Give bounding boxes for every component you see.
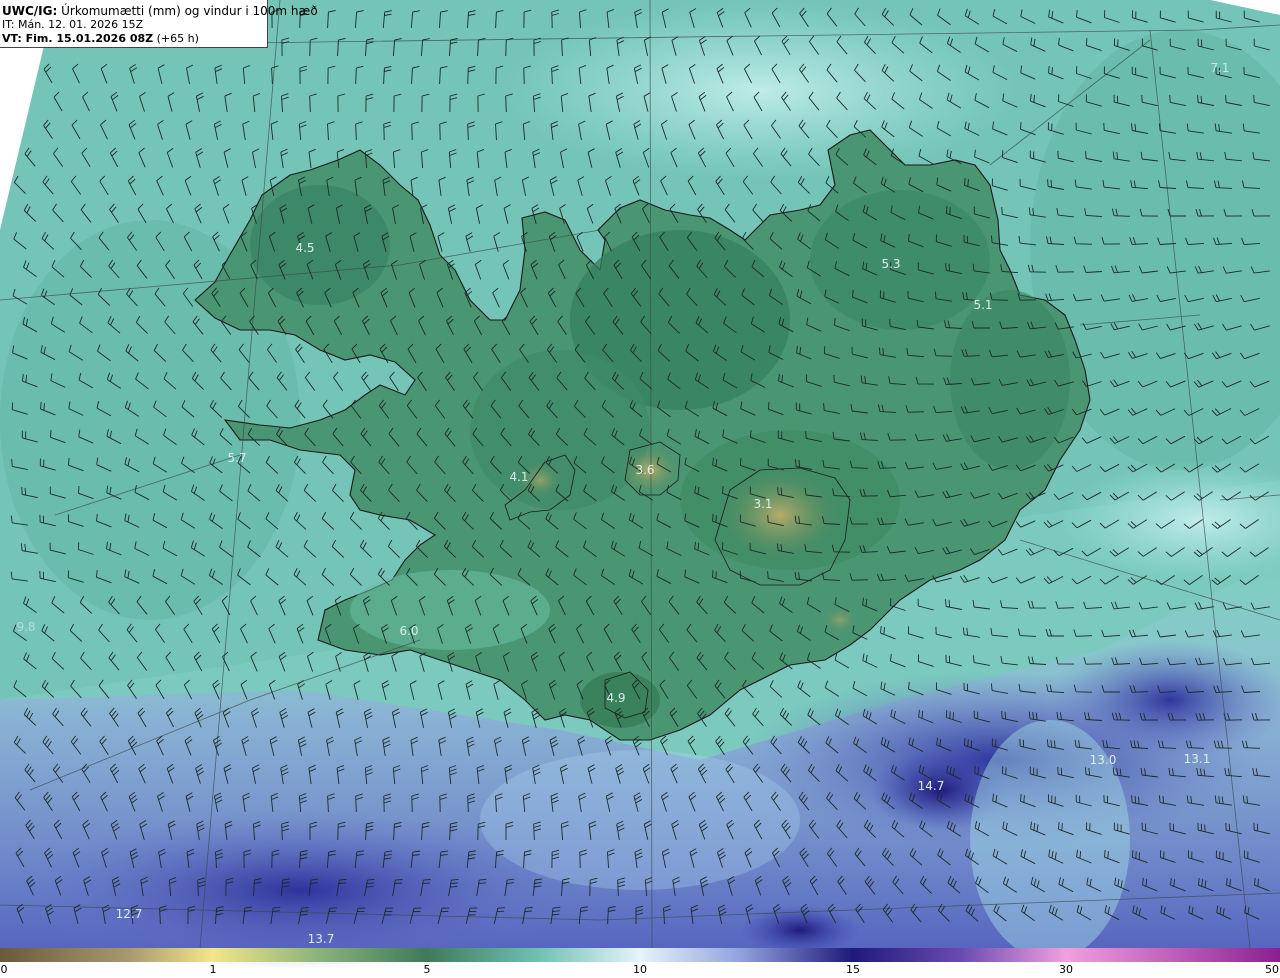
map-info-box: UWC/IG: Úrkomumætti (mm) og vindur i 100… [0, 0, 318, 48]
precip-value-label: 13.1 [1184, 752, 1211, 766]
issue-time: IT: Mán. 12. 01. 2026 15Z [2, 18, 144, 31]
precip-value-label: 5.7 [227, 451, 246, 465]
colorbar-labels: 0 1 5 10 15 30 50 [0, 963, 1280, 978]
precip-value-label: 9.8 [16, 620, 35, 634]
precip-value-label: 6.0 [399, 624, 418, 638]
precip-value-label: 5.1 [973, 298, 992, 312]
valid-time: VT: Fim. 15.01.2026 08Z (+65 h) [2, 32, 267, 46]
precip-value-label: 12.7 [116, 907, 143, 921]
colorbar [0, 948, 1280, 962]
colorbar-tick: 0 [0, 963, 8, 976]
precip-value-label: 7.1 [1210, 61, 1229, 75]
precip-value-label: 5.3 [881, 257, 900, 271]
precip-value-label: 3.1 [753, 497, 772, 511]
forecast-hour: (+65 h) [156, 32, 199, 45]
map-title: UWC/IG: Úrkomumætti (mm) og vindur i 100… [2, 4, 318, 18]
precip-value-label: 4.5 [295, 241, 314, 255]
precip-value-label: 13.0 [1090, 753, 1117, 767]
precip-value-label: 14.7 [918, 779, 945, 793]
valid-time-value: VT: Fim. 15.01.2026 08Z [2, 32, 154, 45]
precip-value-label: 13.7 [308, 932, 335, 946]
precip-value-label: 4.1 [509, 470, 528, 484]
colorbar-tick: 1 [209, 963, 217, 976]
precip-value-label: 3.6 [635, 463, 654, 477]
colorbar-tick: 15 [846, 963, 860, 976]
colorbar-tick: 50 [1265, 963, 1279, 976]
colorbar-tick: 10 [633, 963, 647, 976]
colorbar-tick: 5 [423, 963, 431, 976]
variable-title: Úrkomumætti (mm) og vindur i 100m hæð [61, 4, 318, 18]
model-name: UWC/IG: [2, 4, 58, 18]
precipitation-map: 7.1 4.5 5.3 5.1 5.7 4.1 3.6 3.1 9.8 6.0 … [0, 0, 1280, 978]
precip-value-label: 4.9 [606, 691, 625, 705]
colorbar-tick: 30 [1059, 963, 1073, 976]
